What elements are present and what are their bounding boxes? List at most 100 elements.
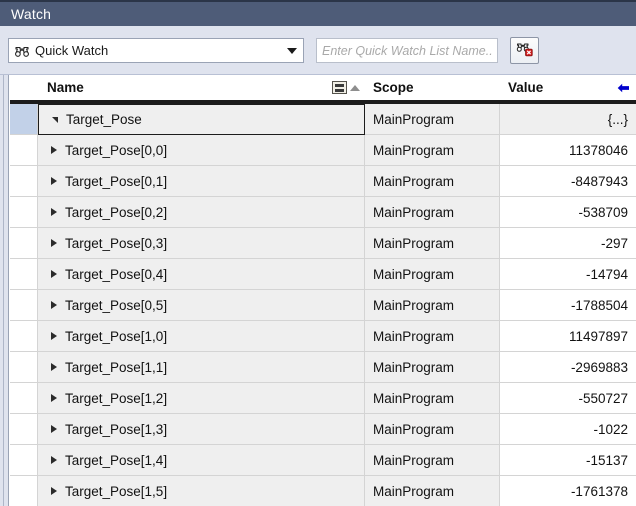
cell-name[interactable]: Target_Pose[1,3] — [38, 414, 365, 445]
quick-watch-list-name-field-wrap[interactable] — [316, 38, 498, 63]
expand-triangle-icon[interactable] — [47, 146, 61, 154]
cell-value[interactable]: {...} — [500, 104, 636, 135]
table-row[interactable]: Target_Pose[1,3] MainProgram -1022 — [10, 414, 636, 445]
cell-name[interactable]: Target_Pose[0,2] — [38, 197, 365, 228]
delete-quick-watch-list-icon — [515, 40, 534, 62]
chevron-down-icon[interactable] — [281, 39, 303, 62]
column-header-scope[interactable]: Scope — [365, 75, 500, 102]
cell-scope: MainProgram — [365, 166, 500, 197]
row-header-cell[interactable] — [10, 135, 38, 166]
cell-value[interactable]: -1788504 — [500, 290, 636, 321]
expand-triangle-icon[interactable] — [47, 425, 61, 433]
column-header-name-label: Name — [47, 80, 84, 95]
grid-rows: Target_Pose MainProgram {...} Target_Pose[0… — [10, 104, 636, 506]
quick-watch-list-dropdown[interactable]: Quick Watch — [8, 38, 304, 63]
table-row[interactable]: Target_Pose[0,1] MainProgram -8487943 — [10, 166, 636, 197]
expand-triangle-icon[interactable] — [47, 456, 61, 464]
row-header-cell[interactable] — [10, 259, 38, 290]
row-header-cell[interactable] — [10, 290, 38, 321]
column-filter-icon[interactable] — [332, 81, 347, 94]
row-header-cell[interactable] — [10, 104, 38, 135]
expand-triangle-icon[interactable] — [47, 363, 61, 371]
table-row[interactable]: Target_Pose[1,0] MainProgram 11497897 — [10, 321, 636, 352]
column-header-value[interactable]: Value — [500, 75, 636, 102]
cell-value[interactable]: 11378046 — [500, 135, 636, 166]
cell-scope: MainProgram — [365, 445, 500, 476]
left-arrow-icon[interactable] — [617, 82, 630, 93]
cell-value[interactable]: -2969883 — [500, 352, 636, 383]
watch-window: Watch Quick Watch Enter Quick Watch List… — [0, 0, 636, 506]
table-row[interactable]: Target_Pose[1,2] MainProgram -550727 — [10, 383, 636, 414]
cell-name-label: Target_Pose[1,3] — [65, 421, 168, 437]
column-header-gutter — [10, 75, 38, 102]
cell-value[interactable]: -14794 — [500, 259, 636, 290]
cell-name[interactable]: Target_Pose[1,2] — [38, 383, 365, 414]
cell-name[interactable]: Target_Pose[1,1] — [38, 352, 365, 383]
cell-value[interactable]: -1022 — [500, 414, 636, 445]
cell-value[interactable]: -1761378 — [500, 476, 636, 506]
cell-name[interactable]: Target_Pose[0,5] — [38, 290, 365, 321]
cell-name[interactable]: Target_Pose[0,4] — [38, 259, 365, 290]
expand-triangle-icon[interactable] — [47, 239, 61, 247]
cell-scope: MainProgram — [365, 290, 500, 321]
sort-ascending-icon[interactable] — [350, 84, 360, 91]
table-row[interactable]: Target_Pose[0,2] MainProgram -538709 — [10, 197, 636, 228]
cell-scope: MainProgram — [365, 259, 500, 290]
cell-scope: MainProgram — [365, 135, 500, 166]
cell-name-label: Target_Pose[0,4] — [65, 266, 168, 282]
delete-quick-watch-list-button[interactable] — [510, 37, 539, 64]
grid-left-rail — [0, 75, 9, 506]
collapse-triangle-icon[interactable] — [48, 116, 62, 123]
row-header-cell[interactable] — [10, 166, 38, 197]
cell-name[interactable]: Target_Pose — [38, 104, 365, 135]
cell-scope: MainProgram — [365, 383, 500, 414]
cell-scope: MainProgram — [365, 414, 500, 445]
column-header-scope-label: Scope — [373, 80, 414, 95]
row-header-cell[interactable] — [10, 228, 38, 259]
table-row[interactable]: Target_Pose[0,4] MainProgram -14794 — [10, 259, 636, 290]
row-header-cell[interactable] — [10, 383, 38, 414]
row-header-cell[interactable] — [10, 476, 38, 506]
row-header-cell[interactable] — [10, 445, 38, 476]
cell-value[interactable]: -297 — [500, 228, 636, 259]
cell-name-label: Target_Pose[1,1] — [65, 359, 168, 375]
cell-value[interactable]: -550727 — [500, 383, 636, 414]
table-row[interactable]: Target_Pose[1,4] MainProgram -15137 — [10, 445, 636, 476]
column-header-value-label: Value — [508, 80, 544, 95]
watch-grid: Name Scope Value Target_Pose MainProgram… — [0, 75, 636, 506]
table-row[interactable]: Target_Pose[1,1] MainProgram -2969883 — [10, 352, 636, 383]
row-header-cell[interactable] — [10, 414, 38, 445]
cell-scope: MainProgram — [365, 104, 500, 135]
expand-triangle-icon[interactable] — [47, 208, 61, 216]
expand-triangle-icon[interactable] — [47, 270, 61, 278]
expand-triangle-icon[interactable] — [47, 332, 61, 340]
table-row[interactable]: Target_Pose[0,0] MainProgram 11378046 — [10, 135, 636, 166]
cell-name[interactable]: Target_Pose[0,1] — [38, 166, 365, 197]
table-row[interactable]: Target_Pose[1,5] MainProgram -1761378 — [10, 476, 636, 506]
cell-name-label: Target_Pose[1,2] — [65, 390, 168, 406]
cell-name-label: Target_Pose[0,5] — [65, 297, 168, 313]
column-header-name[interactable]: Name — [38, 75, 365, 102]
cell-value[interactable]: -538709 — [500, 197, 636, 228]
quick-watch-list-name-input[interactable] — [322, 43, 492, 58]
table-row[interactable]: Target_Pose[0,5] MainProgram -1788504 — [10, 290, 636, 321]
cell-scope: MainProgram — [365, 321, 500, 352]
cell-name-label: Target_Pose[0,2] — [65, 204, 168, 220]
expand-triangle-icon[interactable] — [47, 487, 61, 495]
row-header-cell[interactable] — [10, 352, 38, 383]
cell-value[interactable]: -8487943 — [500, 166, 636, 197]
cell-name[interactable]: Target_Pose[1,0] — [38, 321, 365, 352]
expand-triangle-icon[interactable] — [47, 394, 61, 402]
cell-name[interactable]: Target_Pose[0,3] — [38, 228, 365, 259]
table-row[interactable]: Target_Pose[0,3] MainProgram -297 — [10, 228, 636, 259]
row-header-cell[interactable] — [10, 321, 38, 352]
cell-value[interactable]: -15137 — [500, 445, 636, 476]
cell-name[interactable]: Target_Pose[1,5] — [38, 476, 365, 506]
cell-name[interactable]: Target_Pose[0,0] — [38, 135, 365, 166]
expand-triangle-icon[interactable] — [47, 177, 61, 185]
table-row[interactable]: Target_Pose MainProgram {...} — [10, 104, 636, 135]
row-header-cell[interactable] — [10, 197, 38, 228]
cell-name[interactable]: Target_Pose[1,4] — [38, 445, 365, 476]
expand-triangle-icon[interactable] — [47, 301, 61, 309]
cell-value[interactable]: 11497897 — [500, 321, 636, 352]
